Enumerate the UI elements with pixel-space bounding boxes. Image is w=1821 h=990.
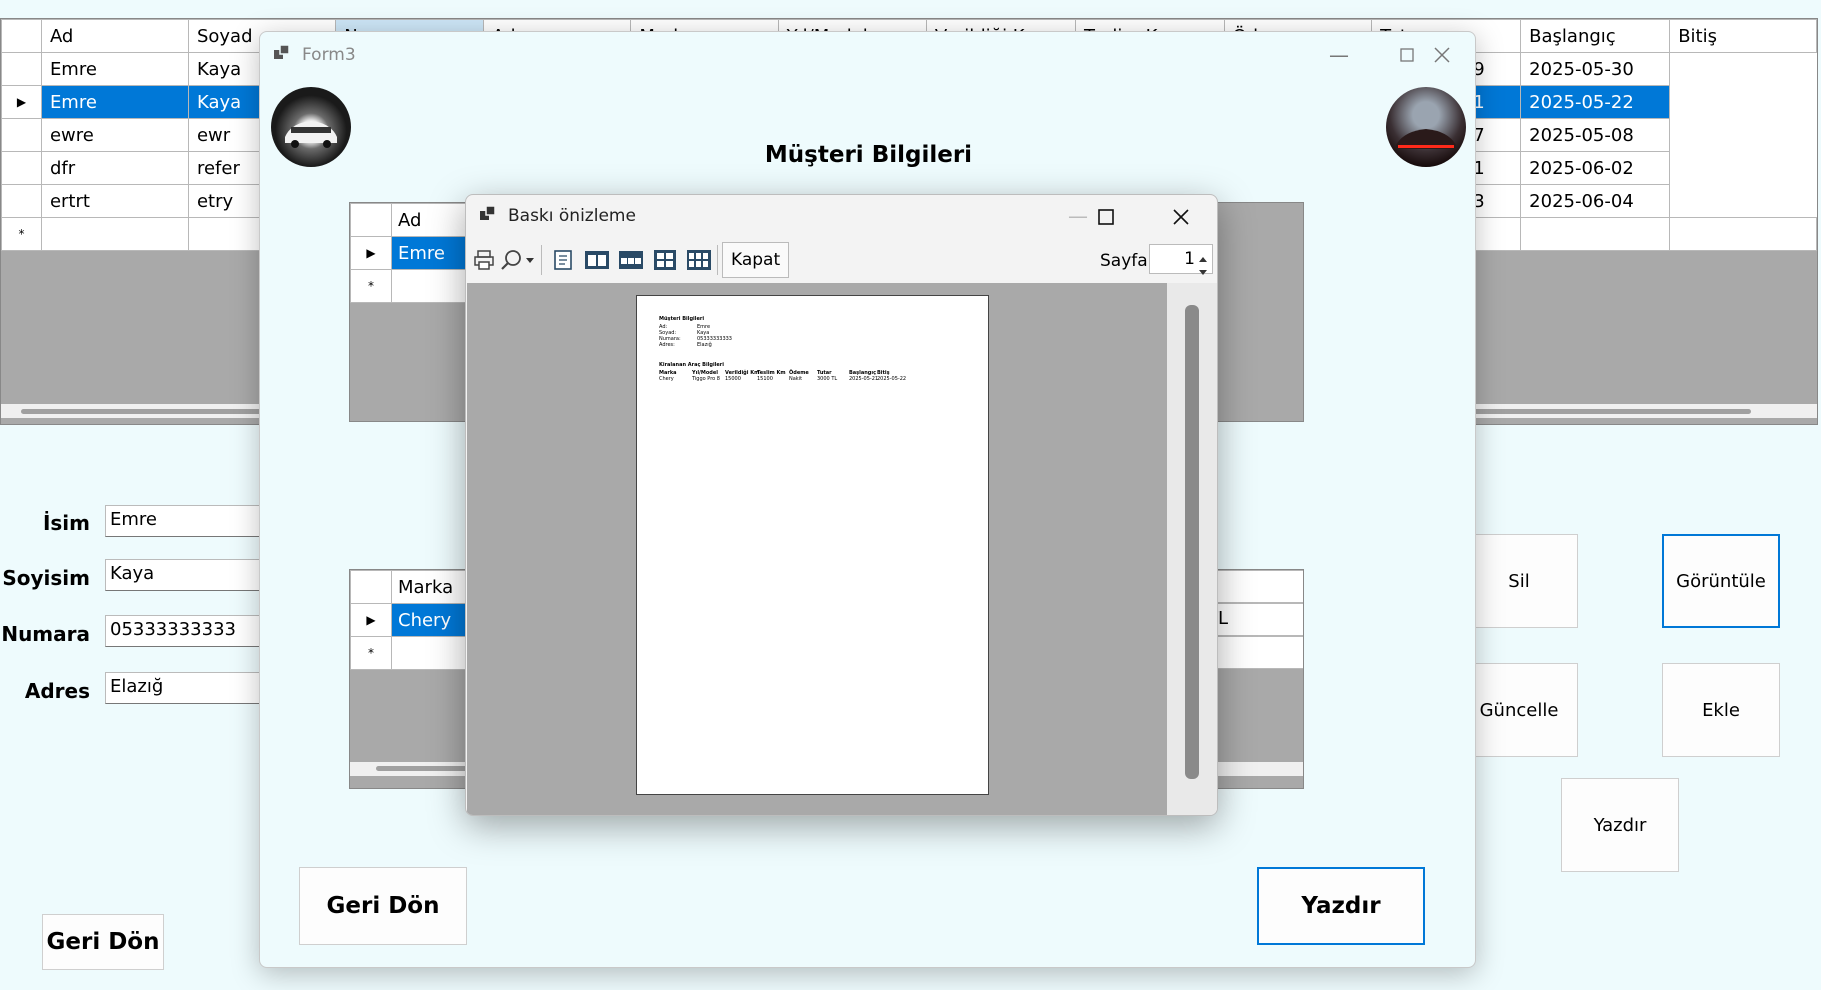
doc-table-cell: 2025-05-22 (877, 376, 907, 382)
ekle-button[interactable]: Ekle (1662, 663, 1780, 757)
numara-label: Numara (1, 622, 90, 646)
print-icon[interactable] (470, 246, 498, 274)
row-header (1, 118, 42, 152)
col-header-bitis[interactable]: Bitiş (1669, 19, 1817, 53)
preview-page: Müşteri Bilgileri Ad: Emre Soyad: Kaya Numar… (636, 295, 989, 795)
adres-label: Adres (24, 679, 90, 703)
form3-back-button[interactable]: Geri Dön (299, 867, 467, 945)
doc-value: Elazığ (697, 342, 712, 348)
toolbar-separator (541, 245, 542, 275)
row-header (1, 151, 42, 185)
new-row-marker: * (350, 269, 392, 303)
doc-heading: Müşteri Bilgileri (659, 316, 705, 322)
app-window-icon (480, 204, 498, 227)
doc-table-cell: 15100 (757, 376, 773, 382)
six-pages-icon[interactable] (685, 246, 713, 274)
col-header-ad[interactable]: Ad (40, 19, 189, 53)
row-header-corner (350, 570, 392, 604)
doc-label: Adres: (659, 342, 675, 348)
cell-ad[interactable]: Emre (40, 85, 189, 119)
row-pointer-icon: ▶ (350, 603, 392, 637)
four-pages-icon[interactable] (651, 246, 679, 274)
doc-table-cell: 2025-05-21 (849, 376, 879, 382)
cell-ad[interactable]: dfr (40, 151, 189, 185)
page-number-stepper[interactable]: 1 (1149, 244, 1213, 275)
cell-ad[interactable]: ewre (40, 118, 189, 152)
cell-ad[interactable]: ertrt (40, 184, 189, 218)
goruntule-button[interactable]: Görüntüle (1662, 534, 1780, 628)
isim-input[interactable]: Emre (105, 505, 265, 537)
stepper-down-icon[interactable] (1198, 262, 1208, 281)
toolbar-separator (717, 245, 718, 275)
cell-bitis[interactable]: 2025-05-22 (1520, 85, 1671, 119)
one-page-icon[interactable] (549, 246, 577, 274)
row-pointer-icon: ▶ (350, 236, 392, 270)
cell-bitis[interactable]: 2025-05-30 (1520, 52, 1671, 86)
two-pages-icon[interactable] (583, 246, 611, 274)
preview-title: Baskı önizleme (508, 206, 636, 226)
doc-table-cell: Tiggo Pro 8 (692, 376, 720, 382)
app-window-icon (274, 43, 292, 66)
col-header-baslangic[interactable]: Başlangıç (1520, 19, 1671, 53)
minimize-icon[interactable]: — (1305, 32, 1373, 78)
cell-ad[interactable]: Emre (40, 52, 189, 86)
soyisim-input[interactable]: Kaya (105, 559, 265, 591)
yazdir-main-button[interactable]: Yazdır (1561, 778, 1679, 872)
row-header-corner (350, 203, 392, 237)
new-row-cell[interactable] (1669, 217, 1817, 251)
soyisim-label: Soyisim (2, 566, 90, 590)
preview-vscroll-thumb[interactable] (1185, 305, 1199, 779)
adres-input[interactable]: Elazığ (105, 672, 265, 704)
doc-table-cell: 3000 TL (817, 376, 838, 382)
row-header (1, 184, 42, 218)
new-row-marker: * (350, 636, 392, 670)
page-label: Sayfa (1100, 251, 1148, 271)
form3-heading: Müşteri Bilgileri (764, 142, 973, 168)
new-row-cell[interactable] (1520, 217, 1671, 251)
new-row-cell[interactable] (40, 217, 189, 251)
guncelle-button[interactable]: Güncelle (1460, 663, 1578, 757)
doc-subheading: Kiralanan Araç Bilgileri (659, 362, 724, 368)
row-pointer-icon: ▶ (1, 85, 42, 119)
doc-table-cell: Nakit (789, 376, 803, 382)
doc-table-cell: Chery (659, 376, 674, 382)
preview-close-icon[interactable] (1172, 208, 1190, 226)
close-icon[interactable] (1408, 32, 1476, 78)
page-number-value[interactable]: 1 (1150, 249, 1195, 269)
form3-titlebar[interactable]: Form3 (260, 32, 1475, 78)
cell-bitis[interactable]: 2025-06-04 (1520, 184, 1671, 218)
row-header-corner (1, 19, 42, 53)
row-header (1, 52, 42, 86)
numara-input[interactable]: 05333333333 (105, 615, 265, 647)
preview-vscroll[interactable] (1167, 283, 1217, 815)
form3-title: Form3 (302, 45, 356, 65)
isim-label: İsim (42, 511, 90, 535)
preview-maximize-icon-glyph[interactable] (1098, 209, 1114, 225)
form3-print-button[interactable]: Yazdır (1257, 867, 1425, 945)
three-pages-icon[interactable] (617, 246, 645, 274)
main-back-button[interactable]: Geri Dön (42, 914, 164, 970)
cell-bitis[interactable]: 2025-06-02 (1520, 151, 1671, 185)
preview-close-button[interactable]: Kapat (722, 242, 790, 278)
sil-button[interactable]: Sil (1460, 534, 1578, 628)
car-grid-hscroll-thumb[interactable] (376, 766, 476, 771)
preview-canvas[interactable]: Müşteri Bilgileri Ad: Emre Soyad: Kaya Numar… (467, 283, 1167, 815)
zoom-icon[interactable] (498, 246, 538, 274)
doc-table-cell: 15000 (725, 376, 741, 382)
print-preview-window[interactable]: Baskı önizleme — Kapat Sayfa 1 Müşteri B… (465, 194, 1218, 816)
cell-bitis[interactable]: 2025-05-08 (1520, 118, 1671, 152)
new-row-marker: * (1, 217, 42, 251)
